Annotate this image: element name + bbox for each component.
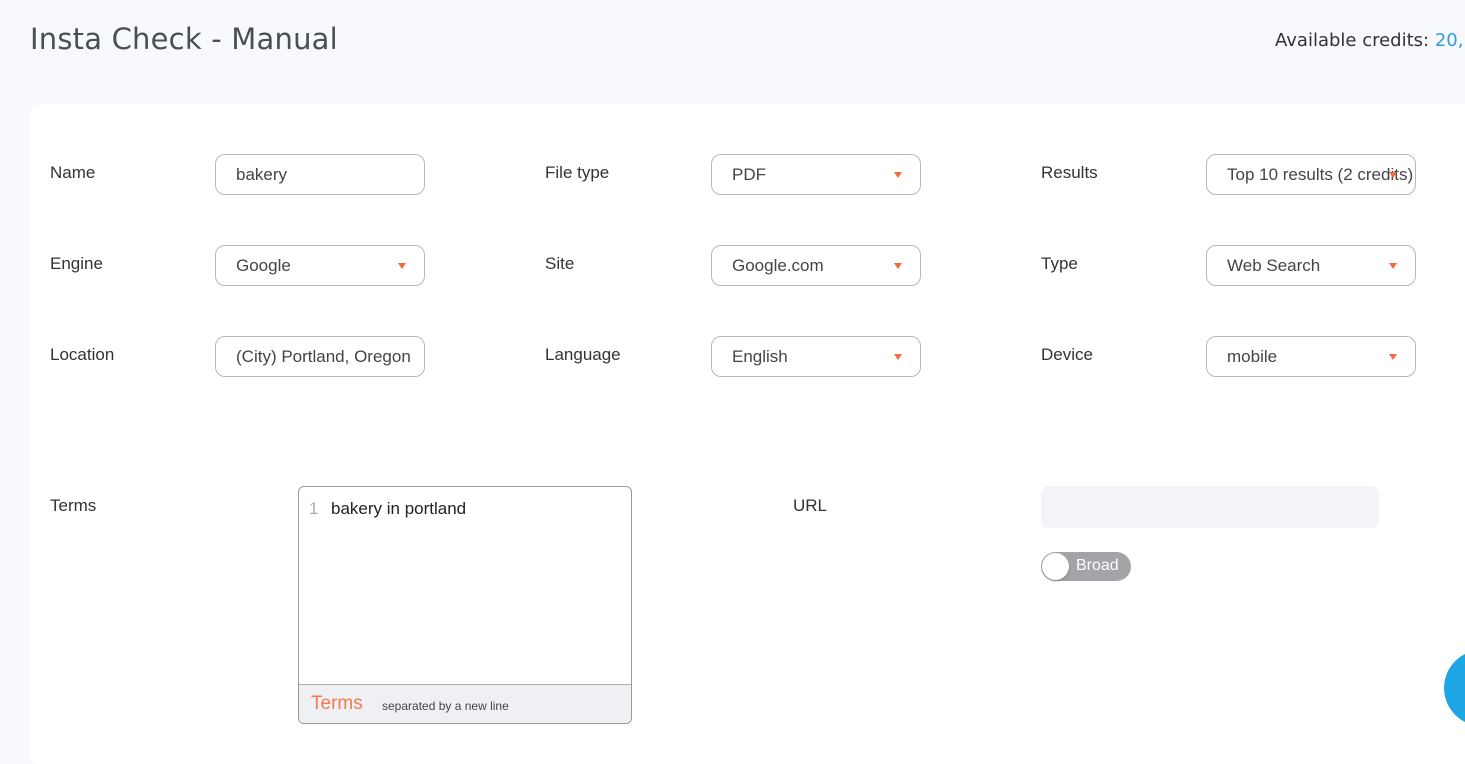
device-label: Device	[1041, 345, 1093, 364]
caret-down-icon	[894, 263, 902, 269]
credits-value[interactable]: 20,	[1435, 30, 1464, 51]
file-type-select[interactable]: PDF	[711, 154, 921, 195]
caret-down-icon	[1389, 354, 1397, 360]
site-value: Google.com	[732, 256, 824, 275]
line-number: 1	[309, 499, 319, 518]
engine-label: Engine	[50, 254, 103, 273]
site-select[interactable]: Google.com	[711, 245, 921, 286]
engine-value: Google	[236, 256, 291, 275]
name-input[interactable]: bakery	[215, 154, 425, 195]
url-input[interactable]	[1041, 486, 1379, 528]
page-title: Insta Check - Manual	[30, 22, 338, 56]
device-value: mobile	[1227, 347, 1278, 366]
location-input[interactable]: (City) Portland, Oregon	[215, 336, 425, 377]
engine-select[interactable]: Google	[215, 245, 425, 286]
caret-down-icon	[1389, 263, 1397, 269]
terms-label: Terms	[50, 496, 97, 515]
language-label: Language	[545, 345, 621, 364]
url-label: URL	[793, 496, 828, 515]
form-card: Name bakery File type PDF Results Top 10…	[30, 104, 1465, 764]
results-select[interactable]: Top 10 results (2 credits)	[1206, 154, 1416, 195]
results-label: Results	[1041, 163, 1098, 182]
credits-display: Available credits: 20,	[1275, 30, 1465, 51]
language-value: English	[732, 347, 788, 366]
broad-toggle[interactable]: Broad	[1041, 552, 1131, 581]
caret-down-icon	[398, 263, 406, 269]
language-select[interactable]: English	[711, 336, 921, 377]
file-type-value: PDF	[732, 165, 766, 184]
file-type-label: File type	[545, 163, 610, 182]
terms-footer: Terms separated by a new line	[299, 684, 631, 723]
type-label: Type	[1041, 254, 1078, 273]
caret-down-icon	[894, 172, 902, 178]
credits-label: Available credits:	[1275, 30, 1430, 51]
broad-toggle-label: Broad	[1076, 557, 1119, 574]
location-label: Location	[50, 345, 115, 364]
terms-line: 1 bakery in portland	[309, 499, 466, 519]
caret-down-icon	[894, 354, 902, 360]
terms-textarea[interactable]: 1 bakery in portland Terms separated by a…	[298, 486, 632, 724]
toggle-knob	[1042, 553, 1069, 580]
name-label: Name	[50, 163, 96, 182]
type-value: Web Search	[1227, 256, 1321, 275]
terms-footer-tag: Terms	[311, 693, 363, 714]
caret-down-icon	[1389, 172, 1397, 178]
type-select[interactable]: Web Search	[1206, 245, 1416, 286]
device-select[interactable]: mobile	[1206, 336, 1416, 377]
terms-line-text: bakery in portland	[331, 499, 467, 518]
results-value: Top 10 results (2 credits)	[1227, 165, 1414, 184]
terms-footer-hint: separated by a new line	[382, 699, 509, 713]
site-label: Site	[545, 254, 575, 273]
